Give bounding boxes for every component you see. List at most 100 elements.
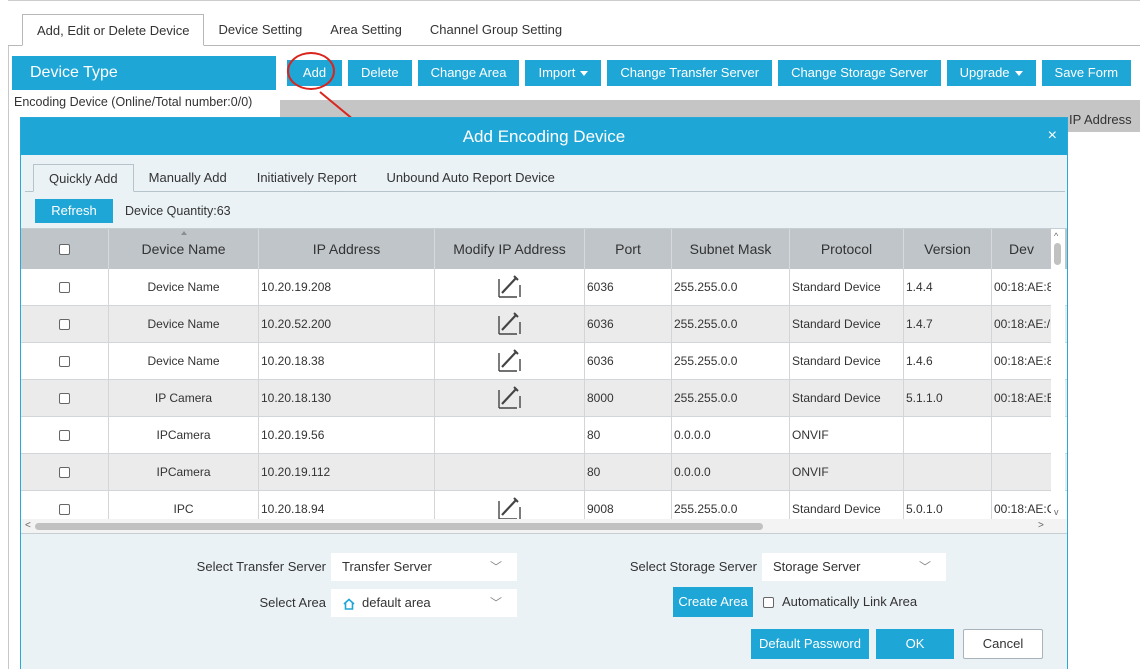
cell-text: 255.255.0.0 <box>674 502 738 516</box>
cell-text: 00:18:AE:8 <box>994 280 1052 294</box>
scroll-down-icon[interactable]: v <box>1054 507 1059 517</box>
delete-button[interactable]: Delete <box>348 60 412 86</box>
auto-link-area-checkbox[interactable] <box>763 596 774 608</box>
row-checkbox[interactable] <box>59 466 70 478</box>
area-select[interactable]: default area ﹀ <box>331 589 517 617</box>
row-checkbox[interactable] <box>59 318 70 330</box>
table-row[interactable]: IPCamera 10.20.19.112 80 0.0.0.0 ONVIF <box>21 454 1067 491</box>
row-checkbox[interactable] <box>59 355 70 367</box>
edit-icon[interactable] <box>496 384 524 413</box>
column-protocol[interactable]: Protocol <box>790 229 904 269</box>
default-password-button[interactable]: Default Password <box>751 629 869 659</box>
cell-text: 10.20.19.208 <box>261 280 332 294</box>
table-row[interactable]: Device Name 10.20.52.200 6036 255.255.0.0 St… <box>21 306 1067 343</box>
cell-text: 10.20.18.130 <box>261 391 332 405</box>
storage-server-value: Storage Server <box>773 559 861 574</box>
table-row[interactable]: Device Name 10.20.18.38 6036 255.255.0.0 Sta… <box>21 343 1067 380</box>
column-dev[interactable]: Dev <box>992 229 1052 269</box>
transfer-server-label: Select Transfer Server <box>196 559 326 574</box>
cell-text: 10.20.19.112 <box>261 465 331 479</box>
edit-icon[interactable] <box>496 273 524 302</box>
change-storage-server-button[interactable]: Change Storage Server <box>778 60 941 86</box>
horizontal-scrollbar[interactable]: < > <box>21 519 1067 533</box>
table-row[interactable]: IPCamera 10.20.19.56 80 0.0.0.0 ONVIF <box>21 417 1067 454</box>
save-form-button[interactable]: Save Form <box>1041 60 1132 86</box>
caret-down-icon <box>580 71 589 77</box>
storage-server-select[interactable]: Storage Server ﹀ <box>762 553 946 581</box>
tab-channel-group-setting[interactable]: Channel Group Setting <box>416 14 576 46</box>
scroll-right-icon[interactable]: > <box>1038 519 1044 533</box>
column-modify-ip-address[interactable]: Modify IP Address <box>435 229 585 269</box>
highlight-circle <box>287 52 335 90</box>
device-quantity-text: Device Quantity:63 <box>125 204 231 218</box>
area-value: default area <box>362 595 431 610</box>
cell-version <box>904 454 992 490</box>
close-icon[interactable]: × <box>1048 118 1057 153</box>
tab-unbound-auto-report-device[interactable]: Unbound Auto Report Device <box>371 164 569 192</box>
column-label: Port <box>615 241 641 257</box>
device-type-panel: Device Type Encoding Device (Online/Tota… <box>12 56 276 114</box>
tab-quickly-add[interactable]: Quickly Add <box>33 164 134 192</box>
row-checkbox-cell <box>21 306 109 342</box>
row-checkbox[interactable] <box>59 281 70 293</box>
cancel-button[interactable]: Cancel <box>963 629 1043 659</box>
transfer-server-value: Transfer Server <box>342 559 432 574</box>
horizontal-scroll-thumb[interactable] <box>35 523 763 530</box>
cell-subnet-mask: 255.255.0.0 <box>672 380 790 416</box>
edit-icon[interactable] <box>496 347 524 376</box>
tab-area-setting[interactable]: Area Setting <box>316 14 416 46</box>
cell-modify-ip <box>435 417 585 453</box>
cell-text: ONVIF <box>792 428 829 442</box>
column-device-name[interactable]: Device Name <box>109 229 259 269</box>
cell-text: Standard Device <box>792 354 881 368</box>
refresh-button[interactable]: Refresh <box>35 199 113 223</box>
column-ip-address[interactable]: IP Address <box>259 229 435 269</box>
cell-device-name: Device Name <box>109 269 259 305</box>
transfer-server-select[interactable]: Transfer Server ﹀ <box>331 553 517 581</box>
cell-text: 00:18:AE:E <box>994 391 1052 405</box>
background-tree-fragment <box>12 146 20 160</box>
tab-add-edit-delete-device[interactable]: Add, Edit or Delete Device <box>22 14 205 46</box>
import-label: Import <box>538 65 576 80</box>
column-label: Dev <box>1009 241 1034 257</box>
column-subnet-mask[interactable]: Subnet Mask <box>672 229 790 269</box>
cell-subnet-mask: 255.255.0.0 <box>672 269 790 305</box>
tab-manually-add[interactable]: Manually Add <box>134 164 242 192</box>
ok-button[interactable]: OK <box>876 629 954 659</box>
vertical-scroll-thumb[interactable] <box>1054 243 1061 265</box>
cell-port: 80 <box>585 417 672 453</box>
table-row[interactable]: Device Name 10.20.19.208 6036 255.255.0.0 St… <box>21 269 1067 306</box>
column-version[interactable]: Version <box>904 229 992 269</box>
cell-dev: 00:18:AE:8 <box>992 269 1052 305</box>
cell-text: IPCamera <box>156 465 211 479</box>
scroll-up-icon[interactable]: ^ <box>1054 231 1058 241</box>
cell-text: 9008 <box>587 502 614 516</box>
tab-initiatively-report[interactable]: Initiatively Report <box>242 164 372 192</box>
row-checkbox[interactable] <box>59 392 70 404</box>
auto-link-area[interactable]: Automatically Link Area <box>763 588 917 616</box>
create-area-button[interactable]: Create Area <box>673 587 753 617</box>
cell-port: 6036 <box>585 306 672 342</box>
cell-text: 255.255.0.0 <box>674 280 738 294</box>
row-checkbox-cell <box>21 269 109 305</box>
row-checkbox[interactable] <box>59 429 70 441</box>
table-row[interactable]: IP Camera 10.20.18.130 8000 255.255.0.0 Stan… <box>21 380 1067 417</box>
edit-icon[interactable] <box>496 310 524 339</box>
scroll-left-icon[interactable]: < <box>25 519 31 533</box>
column-label: IP Address <box>312 241 381 257</box>
change-transfer-server-button[interactable]: Change Transfer Server <box>607 60 773 86</box>
cell-device-name: IP Camera <box>109 380 259 416</box>
vertical-scrollbar[interactable]: ^ v <box>1051 229 1065 519</box>
tab-device-setting[interactable]: Device Setting <box>204 14 316 46</box>
select-all-checkbox[interactable] <box>59 243 70 255</box>
upgrade-button[interactable]: Upgrade <box>946 60 1036 86</box>
cell-text: 00:18:AE:/ <box>994 317 1051 331</box>
cell-text: Standard Device <box>792 391 881 405</box>
change-area-button[interactable]: Change Area <box>417 60 520 86</box>
import-button[interactable]: Import <box>525 60 602 86</box>
row-checkbox[interactable] <box>59 503 70 515</box>
background-tree-fragment <box>12 253 20 267</box>
cell-subnet-mask: 0.0.0.0 <box>672 454 790 490</box>
column-port[interactable]: Port <box>585 229 672 269</box>
encoding-device-summary[interactable]: Encoding Device (Online/Total number:0/0… <box>12 90 276 114</box>
